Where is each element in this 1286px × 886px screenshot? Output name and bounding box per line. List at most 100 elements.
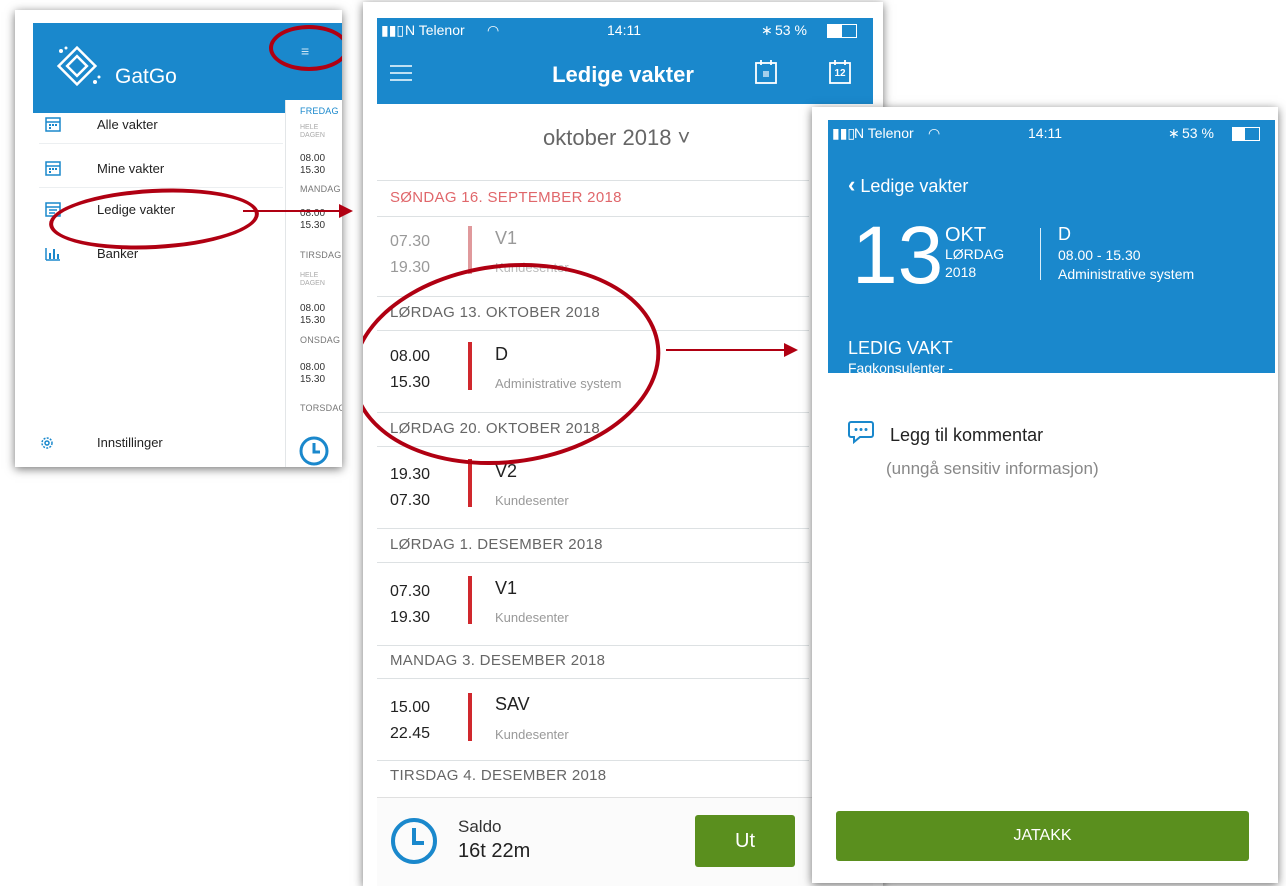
clock-label: 14:11 — [1028, 125, 1062, 141]
divider — [377, 678, 809, 679]
gear-icon — [39, 435, 55, 456]
shift-end-time: 07.30 — [390, 492, 431, 509]
clock-icon — [390, 817, 438, 870]
add-comment-link[interactable]: Legg til kommentar — [890, 425, 1043, 446]
calendar-icon — [45, 116, 61, 132]
shift-code[interactable]: V1 — [495, 578, 517, 599]
day-label: MANDAG — [300, 184, 341, 194]
bluetooth-icon: ∗ — [761, 22, 773, 38]
date-header: SØNDAG 16. SEPTEMBER 2018 — [390, 189, 622, 206]
carrier-label: N Telenor — [405, 22, 465, 38]
menu-screenshot: GatGo ≡ Alle vakter Mine vakter Ledige v… — [15, 10, 342, 467]
annotation-arrow — [666, 349, 784, 351]
clock-out-button[interactable]: Ut — [695, 815, 795, 867]
day-label: TORSDAG — [300, 403, 342, 413]
chat-bubble-icon[interactable] — [848, 420, 874, 449]
shift-status: LEDIG VAKT — [848, 338, 953, 358]
shift-indicator — [468, 226, 472, 274]
clock-label: 14:11 — [607, 22, 641, 38]
divider — [377, 760, 809, 761]
department-label: Fagkonsulenter - — [848, 360, 954, 376]
settings-label: Innstillinger — [97, 435, 163, 450]
page-title: Ledige vakter — [552, 62, 694, 87]
allday-label: HELE DAGEN — [300, 272, 325, 287]
clock-icon[interactable] — [298, 435, 330, 467]
annotation-arrow-head — [339, 204, 353, 218]
year-label: 2018 — [945, 264, 977, 280]
shift-end-time: 19.30 — [390, 609, 431, 626]
saldo-value: 16t 22m — [458, 840, 531, 862]
brand-name: GatGo — [115, 65, 177, 88]
shift-start-time: 07.30 — [390, 233, 431, 250]
calendar-week-icon[interactable] — [755, 60, 777, 89]
shift-start-time: 15.00 — [390, 699, 431, 716]
divider — [377, 528, 809, 529]
bar-chart-icon — [45, 245, 61, 261]
shift-detail-screenshot: ‹ Ledige vakter 13 OKT LØRDAG 2018 D 08.… — [812, 107, 1278, 883]
bluetooth-icon: ∗ — [1168, 125, 1180, 141]
shift-list-screenshot: ▮▮▯ N Telenor ◠ 14:11 ∗ 53 % Ledige vakt… — [363, 2, 883, 886]
shift-indicator — [468, 459, 472, 507]
month-abbr: OKT — [945, 224, 987, 246]
saldo-label: Saldo — [458, 817, 502, 836]
sidebar-item-mine-vakter[interactable]: Mine vakter — [39, 151, 283, 188]
day-label: ONSDAG — [300, 335, 341, 345]
back-button[interactable]: ‹ Ledige vakter — [848, 172, 968, 198]
time-range: 08.00 15.30 — [300, 153, 326, 176]
back-label: Ledige vakter — [860, 176, 969, 196]
shift-place: Kundesenter — [495, 727, 569, 742]
wifi-icon: ◠ — [487, 22, 500, 38]
annotation-circle-menu — [269, 25, 342, 71]
date-header: MANDAG 3. DESEMBER 2018 — [390, 652, 606, 669]
shift-place: Administrative system — [1058, 266, 1195, 282]
shift-indicator — [468, 693, 472, 741]
carrier-label: N Telenor — [854, 125, 914, 141]
battery-label: 53 % — [775, 22, 807, 38]
comment-hint: (unngå sensitiv informasjon) — [886, 459, 1099, 478]
day-label: FREDAG — [300, 106, 339, 116]
sidebar-item-alle-vakter[interactable]: Alle vakter — [39, 107, 283, 144]
sidebar-item-label: Mine vakter — [97, 161, 165, 176]
divider — [1040, 228, 1041, 280]
day-number: 13 — [852, 210, 944, 301]
annotation-arrow-head — [784, 343, 798, 357]
saldo-bar — [377, 797, 873, 886]
battery-label: 53 % — [1182, 125, 1214, 141]
divider — [377, 180, 809, 181]
gatgo-logo-icon — [53, 42, 103, 92]
status-bar: ▮▮▯ N Telenor ◠ 14:11 ∗ 53 % — [377, 22, 873, 42]
shift-place: Kundesenter — [495, 610, 569, 625]
battery-icon — [1232, 127, 1260, 141]
day-label: TIRSDAG — [300, 250, 342, 260]
date-header: LØRDAG 1. DESEMBER 2018 — [390, 536, 603, 553]
time-range: 08.00 15.30 — [300, 303, 326, 326]
allday-label: HELE DAGEN — [300, 124, 325, 139]
shift-end-time: 22.45 — [390, 725, 431, 742]
annotation-arrow — [243, 210, 339, 212]
status-bar: ▮▮▯ N Telenor ◠ 14:11 ∗ 53 % — [828, 125, 1275, 145]
shift-code[interactable]: SAV — [495, 694, 530, 715]
accept-shift-button[interactable]: JATAKK — [836, 811, 1249, 861]
divider — [377, 645, 809, 646]
month-selector[interactable]: oktober 2018 ˅ — [543, 125, 690, 151]
shift-indicator — [468, 576, 472, 624]
shift-start-time: 19.30 — [390, 466, 431, 483]
signal-icon: ▮▮▯ — [832, 125, 856, 141]
shift-detail-header: ‹ Ledige vakter 13 OKT LØRDAG 2018 D 08.… — [828, 120, 1275, 376]
battery-icon — [827, 24, 857, 38]
wifi-icon: ◠ — [928, 125, 941, 141]
divider — [377, 562, 809, 563]
shift-end-time: 19.30 — [390, 259, 431, 276]
sidebar-item-label: Alle vakter — [97, 117, 158, 132]
shift-code[interactable]: V1 — [495, 228, 517, 249]
shift-start-time: 07.30 — [390, 583, 431, 600]
weekday-label: LØRDAG — [945, 246, 1005, 262]
divider — [377, 216, 809, 217]
shift-hours: 08.00 - 15.30 — [1058, 247, 1141, 263]
time-range: 08.00 15.30 — [300, 362, 326, 385]
signal-icon: ▮▮▯ — [381, 22, 405, 38]
shift-code: D — [1058, 224, 1071, 244]
calendar-icon — [45, 160, 61, 176]
calendar-month-icon[interactable]: 12 — [829, 60, 851, 84]
date-header: TIRSDAG 4. DESEMBER 2018 — [390, 767, 607, 784]
